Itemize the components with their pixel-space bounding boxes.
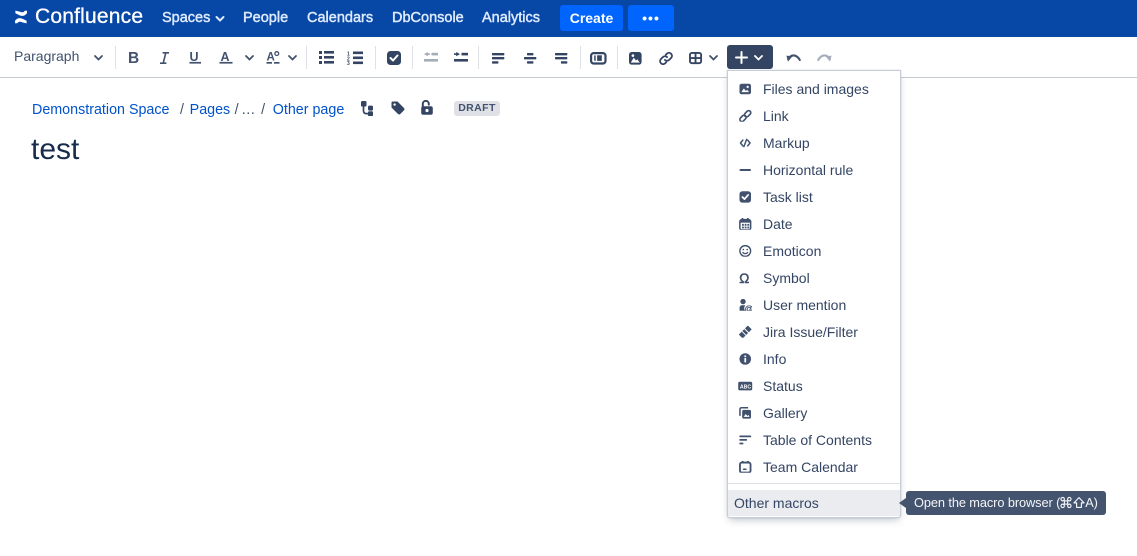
svg-text:@: @ (744, 303, 751, 311)
svg-text:ABC: ABC (740, 384, 751, 390)
svg-text:A: A (267, 52, 275, 64)
svg-text:3: 3 (347, 61, 350, 65)
svg-text:B: B (128, 52, 139, 64)
svg-text:Ω: Ω (739, 271, 749, 284)
